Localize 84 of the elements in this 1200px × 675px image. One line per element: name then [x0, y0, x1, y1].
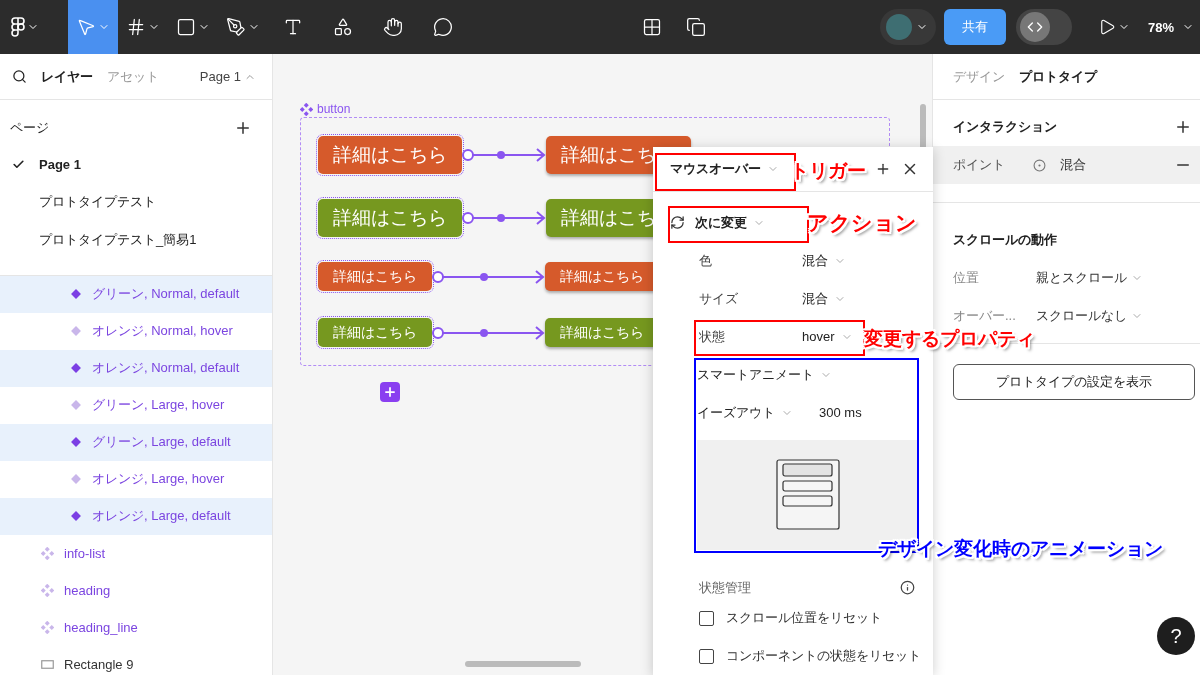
- interaction-row[interactable]: ポイント 混合: [933, 146, 1200, 184]
- panel-tab[interactable]: レイヤー: [41, 67, 93, 86]
- layer-item[interactable]: info-list: [0, 534, 272, 572]
- dropdown[interactable]: 親とスクロール: [1036, 269, 1143, 287]
- rectangle-icon: [176, 17, 196, 37]
- dropdown[interactable]: スクロールなし: [1036, 307, 1143, 325]
- component-icon: [300, 102, 313, 116]
- info-icon[interactable]: [900, 580, 915, 596]
- section-title: スクロールの動作: [953, 231, 1057, 249]
- add-variant-button[interactable]: [380, 382, 400, 402]
- checkbox[interactable]: [699, 610, 714, 626]
- component-icon: [41, 620, 54, 634]
- add-icon[interactable]: [1174, 118, 1192, 136]
- rectangle-icon: [41, 659, 54, 669]
- layer-item[interactable]: Rectangle 9: [0, 645, 272, 675]
- settings-button[interactable]: プロトタイプの設定を表示: [953, 364, 1195, 400]
- animation-dropdown[interactable]: スマートアニメート: [697, 365, 832, 384]
- checkbox-label: スクロール位置をリセット: [726, 609, 882, 628]
- panel-tab[interactable]: プロトタイプ: [1019, 67, 1097, 86]
- hand-icon: [383, 17, 403, 37]
- page-item[interactable]: プロトタイプテスト: [0, 183, 272, 221]
- variant-icon: [70, 325, 82, 337]
- variant-icon: [70, 288, 82, 300]
- property-dropdown[interactable]: 混合: [802, 251, 846, 270]
- animation-preview-drawing: [775, 459, 840, 531]
- pen-icon: [226, 17, 246, 37]
- field-label: オーバー...: [953, 307, 1017, 325]
- variant-icon: [70, 473, 82, 485]
- variant-button[interactable]: 詳細はこちら: [318, 136, 462, 174]
- frame-icon: [126, 17, 146, 37]
- text-icon: [283, 17, 303, 37]
- layer-item[interactable]: グリーン, Normal, default: [0, 275, 272, 313]
- variant-icon: [70, 362, 82, 374]
- layer-item[interactable]: オレンジ, Normal, hover: [0, 312, 272, 350]
- layer-item[interactable]: オレンジ, Large, default: [0, 497, 272, 535]
- layer-item[interactable]: オレンジ, Large, hover: [0, 460, 272, 498]
- page-item[interactable]: プロトタイプテスト_簡易1: [0, 221, 272, 259]
- dev-mode-toggle[interactable]: [1015, 9, 1072, 45]
- variant-icon: [70, 436, 82, 448]
- section-title: ページ: [10, 119, 49, 137]
- property-label: 状態: [699, 327, 725, 346]
- help-button[interactable]: ?: [1157, 617, 1195, 655]
- section-title: 状態管理: [699, 578, 751, 597]
- action-dropdown[interactable]: 次に変更: [695, 213, 765, 232]
- layer-item[interactable]: グリーン, Large, default: [0, 423, 272, 461]
- property-label: サイズ: [699, 289, 738, 308]
- layer-item[interactable]: heading: [0, 571, 272, 609]
- property-dropdown[interactable]: hover: [802, 329, 853, 345]
- annotation-label: トリガー: [790, 159, 866, 183]
- checkbox[interactable]: [699, 648, 714, 664]
- variant-icon: [70, 510, 82, 522]
- refresh-icon: [670, 215, 685, 231]
- scrollbar[interactable]: [465, 661, 581, 667]
- layer-item[interactable]: グリーン, Large, hover: [0, 386, 272, 424]
- layer-item[interactable]: heading_line: [0, 608, 272, 646]
- field-label: 位置: [953, 269, 980, 287]
- trigger-label: ポイント: [953, 156, 1006, 174]
- pointer-icon: [76, 17, 96, 37]
- comment-icon: [433, 17, 453, 37]
- variant-icon: [70, 399, 82, 411]
- property-dropdown[interactable]: 混合: [802, 289, 846, 308]
- action-value: 混合: [1060, 156, 1086, 174]
- duration-field[interactable]: 300 ms: [819, 405, 862, 421]
- code-icon: [1026, 19, 1043, 35]
- section-title: インタラクション: [953, 118, 1057, 136]
- component-icon: [41, 546, 54, 560]
- add-icon[interactable]: [234, 119, 252, 137]
- component-icon: [41, 583, 54, 597]
- easing-dropdown[interactable]: イーズアウト: [697, 403, 793, 422]
- frame-label: button: [317, 102, 351, 116]
- page-item[interactable]: Page 1: [0, 146, 272, 184]
- property-label: 色: [699, 251, 712, 270]
- checkbox-label: コンポーネントの状態をリセット: [726, 647, 921, 666]
- plus-icon: [383, 385, 397, 399]
- target-icon: [1033, 158, 1046, 172]
- variant-button[interactable]: 詳細はこちら: [318, 262, 432, 291]
- page-selector[interactable]: Page 1: [199, 69, 256, 84]
- layer-item[interactable]: オレンジ, Normal, default: [0, 349, 272, 387]
- avatar-button[interactable]: [879, 9, 936, 45]
- avatar: [885, 14, 912, 40]
- search-icon[interactable]: [12, 69, 27, 84]
- zoom-level[interactable]: 78%: [1147, 19, 1174, 35]
- figma-logo-icon: [11, 17, 25, 37]
- shapes-icon: [333, 17, 353, 37]
